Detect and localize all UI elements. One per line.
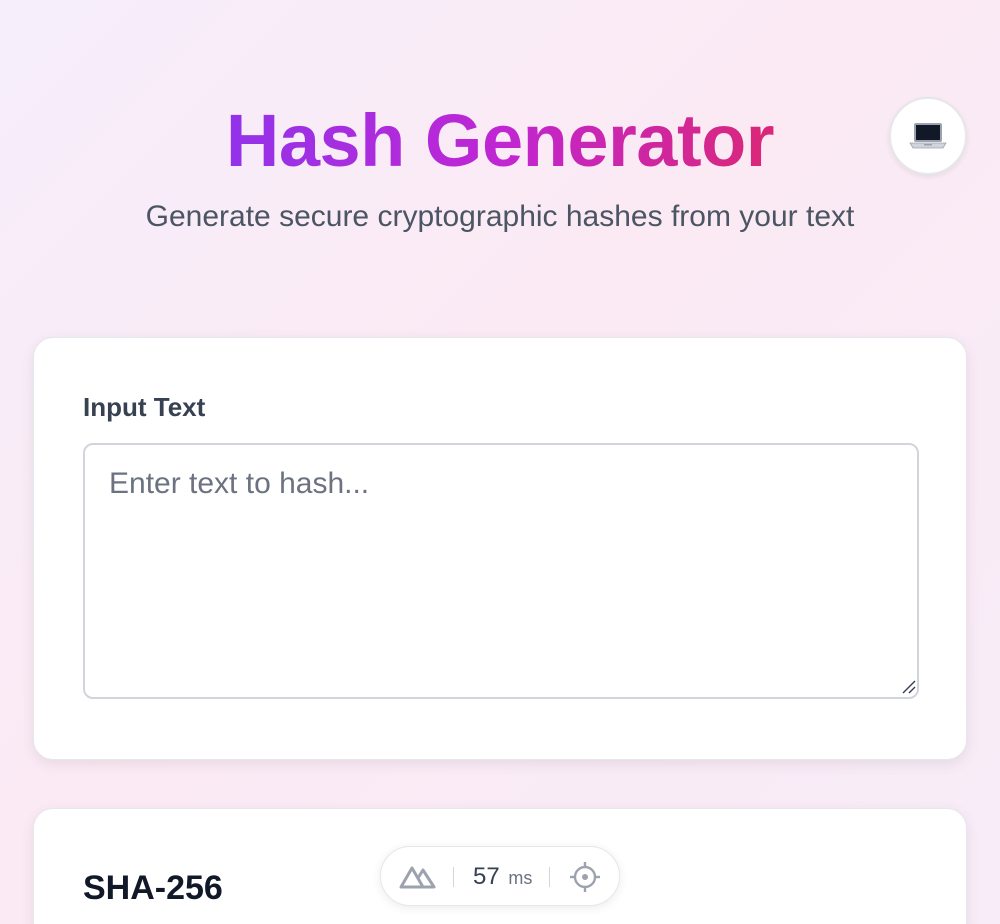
page-subtitle: Generate secure cryptographic hashes fro… [145, 200, 855, 233]
crosshair-icon[interactable] [569, 861, 601, 893]
page-title: Hash Generator [225, 99, 775, 182]
render-time-unit: ms [508, 868, 533, 888]
resize-handle-icon[interactable] [900, 678, 916, 694]
input-text-label: Input Text [83, 392, 206, 422]
render-time-value: 57 [473, 863, 500, 890]
performance-badge[interactable]: 57 ms [380, 846, 620, 906]
laptop-icon [909, 123, 947, 149]
render-time: 57 ms [473, 863, 532, 892]
separator [453, 867, 454, 887]
separator [549, 867, 550, 887]
theme-toggle-button[interactable] [889, 97, 967, 175]
page-header: Hash Generator Generate secure cryptogra… [0, 0, 1000, 300]
hash-algorithm-title: SHA-256 [83, 869, 223, 907]
input-card: Input Text [33, 337, 967, 760]
nuxt-logo-icon [399, 866, 436, 889]
input-text-area[interactable] [83, 443, 919, 699]
